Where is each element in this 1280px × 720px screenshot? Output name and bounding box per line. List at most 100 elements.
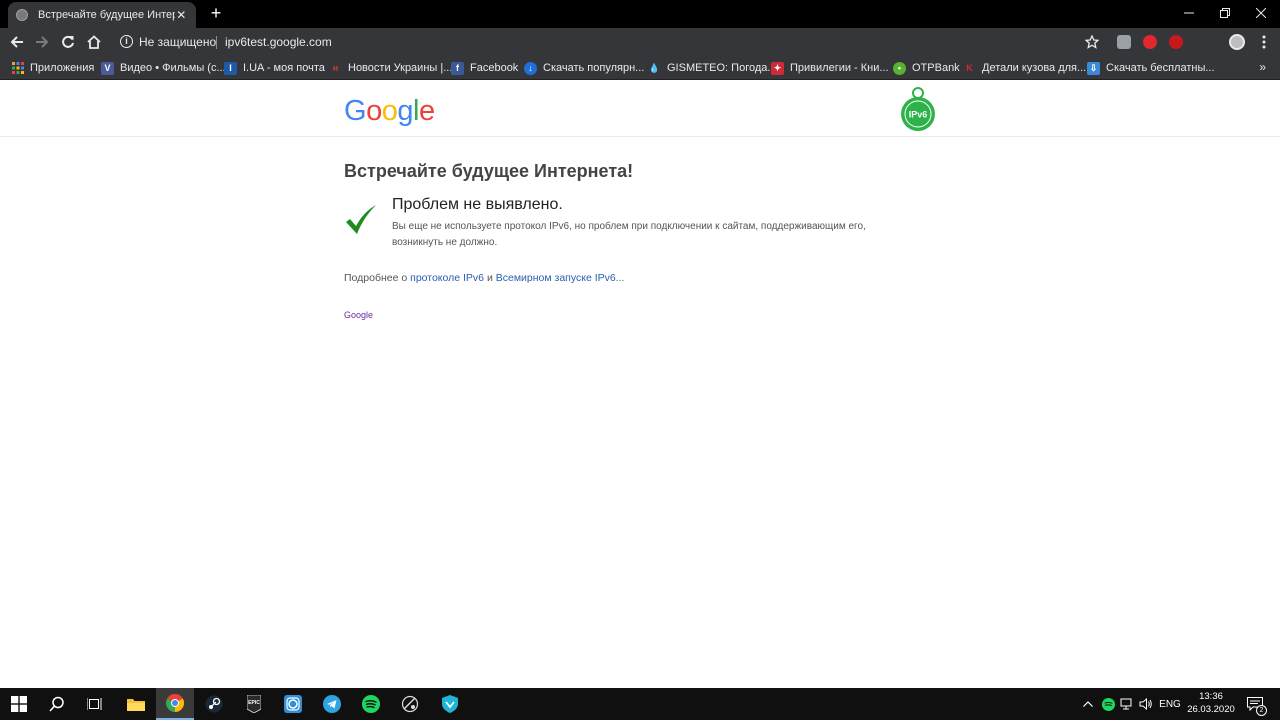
search-button[interactable] [38, 688, 76, 720]
tray-volume[interactable] [1138, 688, 1154, 720]
bookmark-label: Приложения [30, 62, 95, 74]
tray-overflow-button[interactable] [1080, 688, 1096, 720]
logo-letter: g [397, 95, 413, 127]
notification-count-badge: 2 [1256, 705, 1267, 716]
tray-network[interactable] [1119, 688, 1135, 720]
satellite-app-icon [401, 695, 419, 713]
bookmark-label: Детали кузова для... [982, 62, 1087, 74]
restore-icon [1220, 8, 1230, 18]
input-language-indicator[interactable]: ENG [1157, 688, 1183, 720]
bookmark-iua[interactable]: I I.UA - моя почта [224, 60, 325, 76]
logo-letter: o [366, 95, 382, 127]
drop-icon: 💧 [648, 62, 661, 73]
learn-more-and: и [484, 272, 496, 284]
bookmark-privileges[interactable]: ✦ Привилегии - Кни... [771, 60, 889, 76]
network-icon [1120, 698, 1132, 710]
google-logo[interactable]: Google [344, 95, 435, 128]
web-page: Google IPv6 Встречайте будущее Интернета… [0, 81, 1280, 688]
epic-games-icon: EPIC [247, 695, 261, 713]
extension-1-icon[interactable] [1117, 35, 1131, 49]
vpn-app-button[interactable] [431, 688, 469, 720]
task-view-icon [87, 698, 102, 710]
instagram-app-button[interactable] [274, 688, 312, 720]
browser-menu-button[interactable] [1254, 32, 1274, 52]
extension-3-icon[interactable] [1169, 35, 1183, 49]
steam-button[interactable] [195, 688, 233, 720]
tab-close-icon[interactable]: ✕ [175, 8, 188, 22]
bookmark-car-parts[interactable]: K Детали кузова для... [963, 60, 1086, 76]
bookmark-otpbank[interactable]: • OTPBank [893, 60, 960, 76]
address-bar-url[interactable]: ipv6test.google.com [225, 35, 332, 49]
start-button[interactable] [0, 688, 38, 720]
otp-icon: • [893, 61, 906, 75]
bookmark-flag-icon: ✦ [771, 61, 784, 75]
svg-text:EPIC: EPIC [248, 700, 260, 706]
close-window-button[interactable] [1244, 0, 1278, 26]
bookmark-label: Видео • Фильмы (с... [120, 62, 226, 74]
bookmarks-overflow-icon[interactable]: » [1259, 60, 1266, 74]
home-button[interactable] [84, 32, 104, 52]
bookmarks-bar: Приложения V Видео • Фильмы (с... I I.UA… [0, 56, 1280, 80]
epic-games-button[interactable]: EPIC [235, 688, 273, 720]
bookmark-video[interactable]: V Видео • Фильмы (с... [101, 60, 226, 76]
security-status-text[interactable]: Не защищено [139, 35, 216, 49]
new-tab-button[interactable]: + [207, 4, 225, 22]
omnibox-separator [216, 36, 217, 49]
tab-favicon-icon [16, 9, 28, 21]
bookmark-label: GISMETEO: Погода... [667, 62, 777, 74]
forward-arrow-icon [36, 36, 49, 48]
bookmark-label: Новости Украины |... [348, 62, 453, 74]
instagram-app-icon [284, 695, 302, 713]
minimize-button[interactable] [1172, 0, 1206, 26]
bookmark-apps[interactable]: Приложения [11, 60, 94, 76]
checkmark-icon [346, 205, 376, 234]
bookmark-label: OTPBank [912, 62, 960, 74]
restore-button[interactable] [1208, 0, 1242, 26]
system-clock[interactable]: 13:36 26.03.2020 [1186, 690, 1236, 716]
spotify-icon [362, 695, 380, 713]
home-icon [87, 35, 101, 49]
file-explorer-button[interactable] [117, 688, 155, 720]
spotify-tray-icon [1101, 697, 1115, 711]
browser-toolbar: i Не защищено ipv6test.google.com [0, 28, 1280, 56]
iua-icon: I [224, 61, 237, 75]
bookmark-free-download[interactable]: ⇩ Скачать бесплатны... [1087, 60, 1215, 76]
download-arrow-icon: ⇩ [1087, 61, 1100, 75]
chrome-taskbar-button[interactable] [156, 688, 194, 720]
spotify-button[interactable] [352, 688, 390, 720]
result-description: Вы еще не используете протокол IPv6, но … [392, 221, 866, 248]
world-ipv6-launch-link[interactable]: Всемирном запуске IPv6... [496, 272, 625, 284]
satellite-app-button[interactable] [391, 688, 429, 720]
download-site-icon: ↓ [524, 61, 537, 75]
telegram-button[interactable] [313, 688, 351, 720]
task-view-button[interactable] [76, 688, 114, 720]
site-info-icon[interactable]: i [120, 35, 133, 48]
profile-avatar[interactable] [1229, 34, 1245, 50]
browser-tab-active[interactable]: Встречайте будущее Интернета ✕ [8, 2, 196, 28]
tray-spotify[interactable] [1100, 688, 1116, 720]
bookmark-label: Скачать популярн... [543, 62, 645, 74]
bookmark-star-button[interactable] [1082, 32, 1102, 52]
vpn-shield-icon [442, 695, 458, 713]
clock-time: 13:36 [1199, 691, 1223, 702]
bookmark-label: Facebook [470, 62, 519, 74]
google-footer-link[interactable]: Google [344, 310, 373, 320]
bookmark-gismeteo[interactable]: 💧 GISMETEO: Погода... [648, 60, 777, 76]
forward-button[interactable] [32, 32, 52, 52]
action-center-button[interactable]: 2 [1242, 688, 1268, 720]
ipv6-protocol-link[interactable]: протоколе IPv6 [410, 272, 484, 284]
file-explorer-icon [127, 699, 145, 711]
kebab-menu-icon [1262, 35, 1266, 49]
bookmark-news[interactable]: н Новости Украины |... [329, 60, 453, 76]
browser-tab-strip: Встречайте будущее Интернета ✕ + [0, 0, 1280, 28]
bookmark-label: I.UA - моя почта [243, 62, 325, 74]
news-icon: н [332, 62, 339, 73]
bookmark-download-popular[interactable]: ↓ Скачать популярн... [524, 60, 644, 76]
extension-2-icon[interactable] [1143, 35, 1157, 49]
chrome-icon [166, 694, 184, 712]
back-button[interactable] [7, 32, 27, 52]
v-icon: V [101, 61, 114, 75]
reload-button[interactable] [58, 32, 78, 52]
bookmark-facebook[interactable]: f Facebook [451, 60, 518, 76]
learn-more-prefix: Подробнее о [344, 272, 411, 284]
